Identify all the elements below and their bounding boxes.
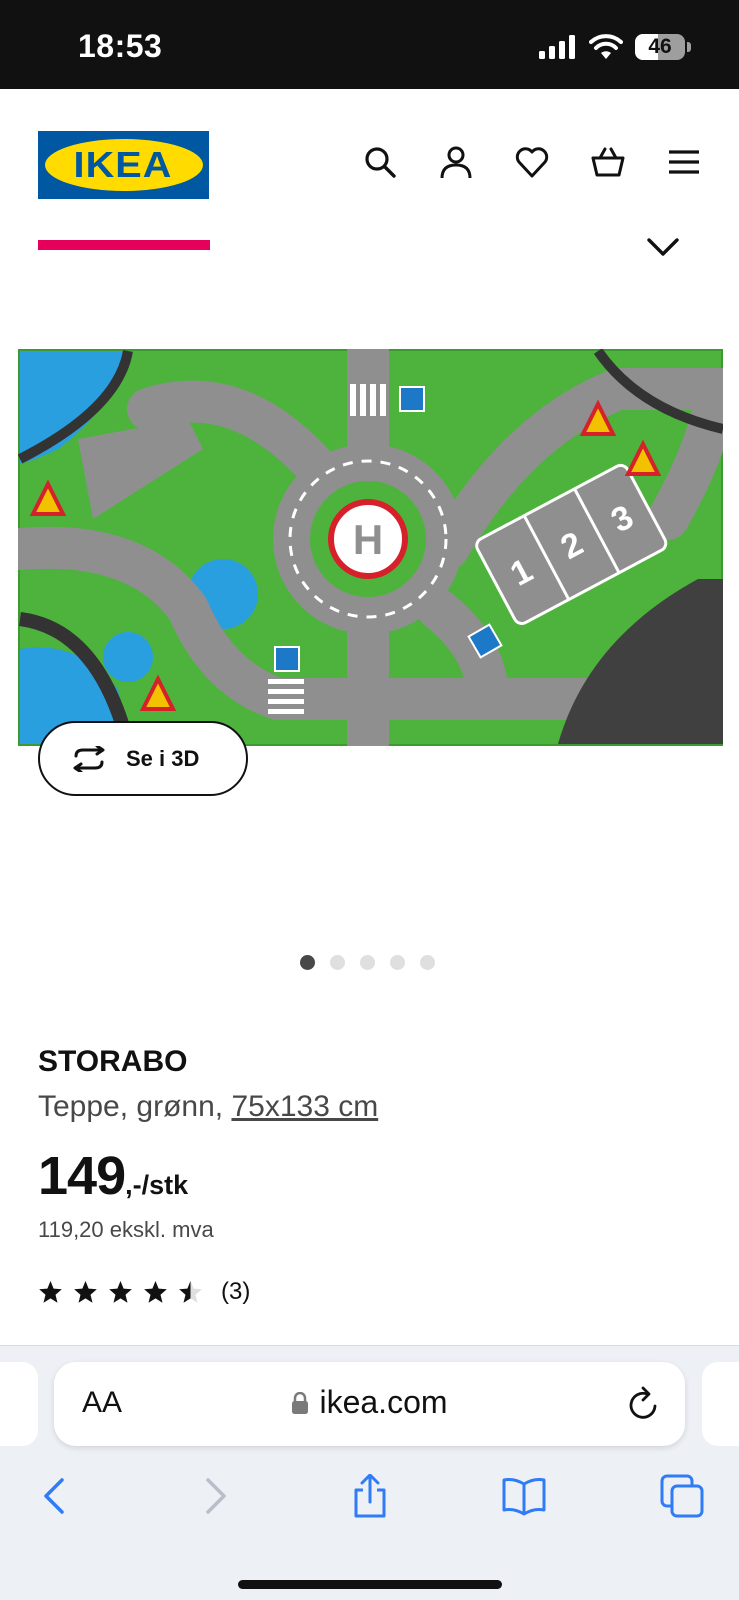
product-name: STORABO xyxy=(38,1045,188,1078)
heart-icon[interactable] xyxy=(515,145,549,179)
star-icon xyxy=(109,1280,132,1303)
product-price: 149 ,-/stk xyxy=(38,1145,188,1207)
star-icon xyxy=(74,1280,97,1303)
product-description-text: Teppe, grønn, xyxy=(38,1090,232,1123)
home-indicator[interactable] xyxy=(238,1580,502,1589)
carousel-dot[interactable] xyxy=(300,955,315,970)
browser-toolbar: AA ikea.com xyxy=(0,1345,739,1600)
forward-icon[interactable] xyxy=(192,1474,236,1518)
chevron-down-icon[interactable] xyxy=(646,232,680,260)
bookmarks-icon[interactable] xyxy=(502,1474,546,1518)
product-rating[interactable]: (3) xyxy=(38,1278,250,1306)
reload-icon[interactable] xyxy=(627,1386,661,1422)
promo-banner-strip xyxy=(38,240,210,250)
carousel-dot[interactable] xyxy=(390,955,405,970)
rotate-3d-icon xyxy=(73,745,105,772)
back-icon[interactable] xyxy=(34,1474,78,1518)
carousel-dot[interactable] xyxy=(420,955,435,970)
product-description: Teppe, grønn, 75x133 cm xyxy=(38,1090,378,1124)
svg-text:H: H xyxy=(353,516,383,563)
search-icon[interactable] xyxy=(363,145,397,179)
image-carousel-dots xyxy=(300,955,435,970)
view-in-3d-button[interactable]: Se i 3D xyxy=(38,721,248,796)
status-bar: 18:53 46 xyxy=(0,0,739,89)
status-time: 18:53 xyxy=(78,28,163,64)
view-in-3d-label: Se i 3D xyxy=(126,745,200,771)
account-icon[interactable] xyxy=(439,145,473,179)
url-text: ikea.com xyxy=(319,1384,448,1420)
menu-icon[interactable] xyxy=(667,145,701,179)
wifi-icon xyxy=(589,34,623,59)
lock-icon xyxy=(292,1391,309,1414)
carousel-dot[interactable] xyxy=(360,955,375,970)
star-icon xyxy=(39,1280,62,1303)
tabs-icon[interactable] xyxy=(660,1474,704,1518)
next-tab-peek[interactable] xyxy=(702,1362,739,1446)
address-bar[interactable]: AA ikea.com xyxy=(54,1362,685,1446)
battery-level: 46 xyxy=(648,35,672,58)
price-integer: 149 xyxy=(38,1146,126,1206)
price-excl-vat: 119,20 ekskl. mva xyxy=(38,1217,214,1242)
browser-nav-bar xyxy=(0,1466,739,1526)
product-size-link[interactable]: 75x133 cm xyxy=(231,1090,378,1123)
header-icons xyxy=(363,145,701,179)
logo-text: IKEA xyxy=(73,144,174,185)
price-suffix: ,-/stk xyxy=(125,1170,189,1200)
rating-count: (3) xyxy=(221,1278,251,1305)
ikea-logo[interactable]: IKEA xyxy=(38,131,209,199)
url-display[interactable]: ikea.com xyxy=(54,1384,685,1421)
battery-tip xyxy=(687,42,691,52)
previous-tab-peek[interactable] xyxy=(0,1362,38,1446)
status-icons: 46 xyxy=(539,34,691,60)
basket-icon[interactable] xyxy=(591,145,625,179)
star-icon xyxy=(179,1280,202,1303)
logo-oval: IKEA xyxy=(44,139,203,191)
site-header: IKEA xyxy=(0,89,739,219)
cellular-signal-icon xyxy=(539,35,575,59)
product-image[interactable]: H 1 2 3 xyxy=(18,349,723,746)
carousel-dot[interactable] xyxy=(330,955,345,970)
battery-indicator: 46 xyxy=(635,34,685,60)
share-icon[interactable] xyxy=(348,1474,392,1518)
star-icon xyxy=(144,1280,167,1303)
